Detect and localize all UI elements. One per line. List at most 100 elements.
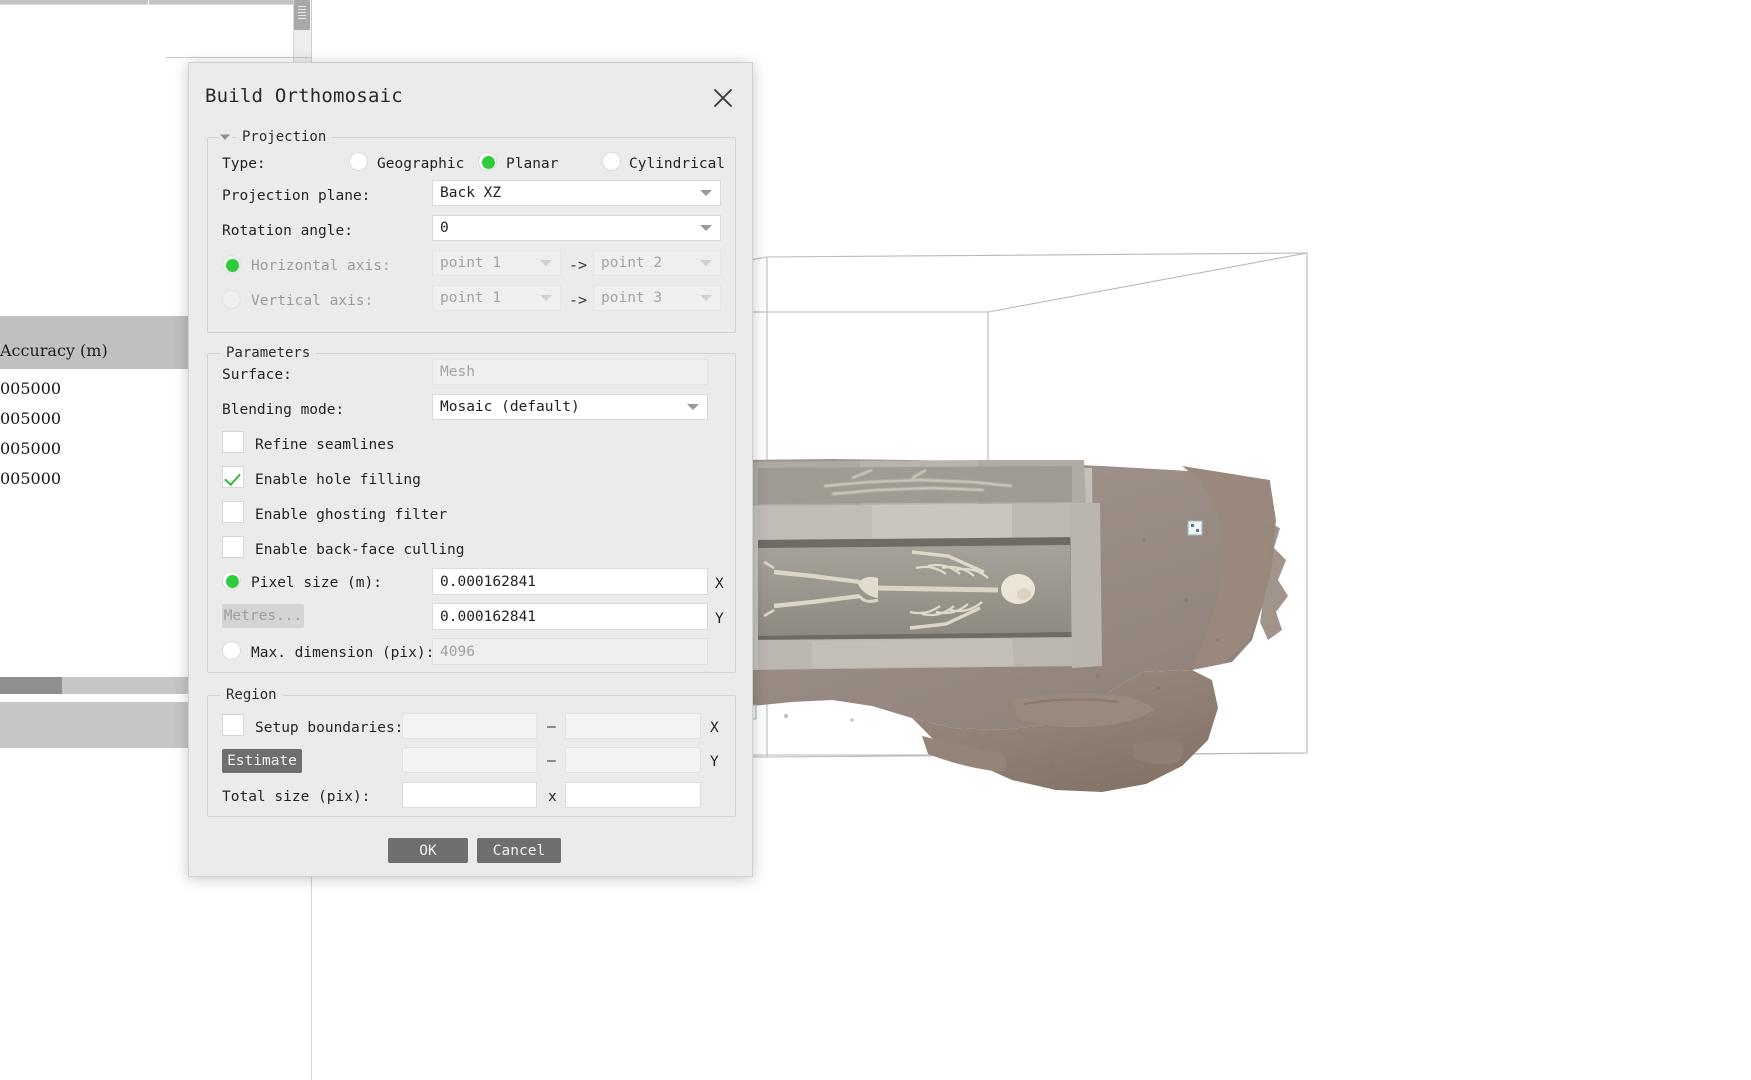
radio-cylindrical-label: Cylindrical (629, 157, 725, 172)
collapse-caret-icon[interactable] (218, 130, 232, 144)
coded-target-marker (1188, 521, 1202, 535)
total-size-label: Total size (pix): (222, 790, 370, 805)
refine-seamlines-label: Refine seamlines (255, 438, 395, 453)
projection-plane-label: Projection plane: (222, 189, 370, 204)
cancel-button[interactable]: Cancel (477, 838, 561, 863)
blending-mode-value: Mosaic (default) (440, 399, 580, 415)
radio-vertical-axis[interactable] (222, 290, 241, 309)
total-size-height-input[interactable] (565, 782, 701, 808)
estimate-button[interactable]: Estimate (222, 749, 302, 773)
pixel-size-y-value: 0.000162841 (440, 609, 536, 625)
metres-button[interactable]: Metres... (222, 604, 304, 628)
projection-plane-value: Back XZ (440, 185, 501, 201)
blending-mode-label: Blending mode: (222, 403, 344, 418)
checkbox-enable-hole-filling[interactable] (222, 466, 244, 488)
boundary-y-tag: Y (710, 754, 719, 770)
region-group-title: Region (220, 687, 283, 703)
chevron-down-icon (700, 190, 712, 196)
boundary-x-max-input[interactable] (565, 713, 701, 739)
boundary-x-tag: X (710, 720, 719, 736)
horizontal-axis-to-select[interactable]: point 2 (593, 250, 721, 276)
radio-horizontal-axis[interactable] (222, 255, 241, 274)
projection-group-title: Projection (236, 129, 332, 145)
vertical-axis-from-value: point 1 (440, 290, 501, 306)
enable-back-face-culling-label: Enable back-face culling (255, 543, 465, 558)
chevron-down-icon (700, 260, 712, 266)
lower-panel-strip (0, 702, 188, 748)
radio-max-dimension[interactable] (222, 641, 241, 660)
vertical-axis-to-select[interactable]: point 3 (593, 285, 721, 311)
horizontal-axis-from-value: point 1 (440, 255, 501, 271)
radio-cylindrical[interactable] (602, 152, 621, 171)
radio-planar[interactable] (478, 152, 497, 171)
panel-bottom-border (166, 57, 312, 58)
horizontal-axis-to-value: point 2 (601, 255, 662, 271)
chevron-down-icon (700, 295, 712, 301)
table-body: 005000 005000 005000 005000 (0, 374, 188, 494)
type-label: Type: (222, 157, 266, 172)
max-dimension-label: Max. dimension (pix): (251, 646, 434, 661)
radio-geographic[interactable] (349, 152, 368, 171)
dialog-title: Build Orthomosaic (205, 85, 403, 107)
projection-plane-select[interactable]: Back XZ (432, 180, 721, 206)
table-row[interactable]: 005000 (0, 404, 188, 434)
checkbox-enable-back-face-culling[interactable] (222, 536, 244, 558)
vertical-axis-from-select[interactable]: point 1 (432, 285, 561, 311)
pixel-size-x-input[interactable]: 0.000162841 (432, 568, 708, 595)
surface-select[interactable]: Mesh (432, 359, 708, 385)
max-dimension-input[interactable]: 4096 (432, 638, 708, 665)
checkbox-setup-boundaries[interactable] (222, 714, 244, 736)
enable-ghosting-filter-label: Enable ghosting filter (255, 508, 447, 523)
table-column-header-accuracy: Accuracy (m) (0, 341, 188, 360)
boundary-y-max-input[interactable] (565, 747, 701, 773)
surface-label: Surface: (222, 368, 292, 383)
vertical-axis-label: Vertical axis: (251, 294, 373, 309)
pixel-size-y-tag: Y (715, 611, 724, 627)
total-size-width-input[interactable] (402, 782, 537, 808)
checkbox-refine-seamlines[interactable] (222, 431, 244, 453)
boundary-x-separator: – (547, 720, 556, 735)
chevron-down-icon (700, 225, 712, 231)
top-panel-divider (148, 0, 149, 5)
checkbox-enable-ghosting-filter[interactable] (222, 501, 244, 523)
max-dimension-value: 4096 (440, 644, 475, 660)
pixel-size-y-input[interactable]: 0.000162841 (432, 603, 708, 630)
application-window: Accuracy (m) 005000 005000 005000 005000 (0, 0, 1751, 1080)
boundary-x-min-input[interactable] (402, 713, 537, 739)
chevron-down-icon (687, 404, 699, 410)
rotation-angle-label: Rotation angle: (222, 224, 353, 239)
table-row[interactable]: 005000 (0, 434, 188, 464)
radio-pixel-size[interactable] (222, 571, 241, 590)
axis-arrow-vertical: -> (569, 291, 587, 309)
chevron-down-icon (540, 260, 552, 266)
build-orthomosaic-dialog: Build Orthomosaic Projection Type: Geogr… (188, 62, 753, 877)
rotation-angle-select[interactable]: 0 (432, 215, 721, 241)
table-row[interactable]: 005000 (0, 464, 188, 494)
rotation-angle-value: 0 (440, 220, 449, 236)
blending-mode-select[interactable]: Mosaic (default) (432, 394, 708, 420)
table-row[interactable]: 005000 (0, 374, 188, 404)
top-panel-underline (0, 4, 330, 5)
close-icon[interactable] (710, 85, 736, 111)
radio-planar-label: Planar (506, 157, 558, 172)
horizontal-axis-label: Horizontal axis: (251, 259, 391, 274)
scrollbar-grip-icon (298, 6, 306, 19)
setup-boundaries-label: Setup boundaries: (255, 721, 403, 736)
enable-hole-filling-label: Enable hole filling (255, 473, 421, 488)
pixel-size-x-value: 0.000162841 (440, 574, 536, 590)
surface-value: Mesh (440, 364, 475, 380)
panel-gap (0, 694, 188, 702)
horizontal-scrollbar-thumb[interactable] (0, 677, 62, 694)
axis-arrow-horizontal: -> (569, 256, 587, 274)
total-size-separator: x (548, 790, 557, 805)
boundary-y-separator: – (547, 754, 556, 769)
ok-button[interactable]: OK (388, 838, 468, 863)
pixel-size-x-tag: X (715, 576, 724, 592)
boundary-y-min-input[interactable] (402, 747, 537, 773)
horizontal-axis-from-select[interactable]: point 1 (432, 250, 561, 276)
chevron-down-icon (540, 295, 552, 301)
radio-geographic-label: Geographic (377, 157, 464, 172)
vertical-axis-to-value: point 3 (601, 290, 662, 306)
pixel-size-label: Pixel size (m): (251, 576, 382, 591)
parameters-group-title: Parameters (220, 345, 316, 361)
